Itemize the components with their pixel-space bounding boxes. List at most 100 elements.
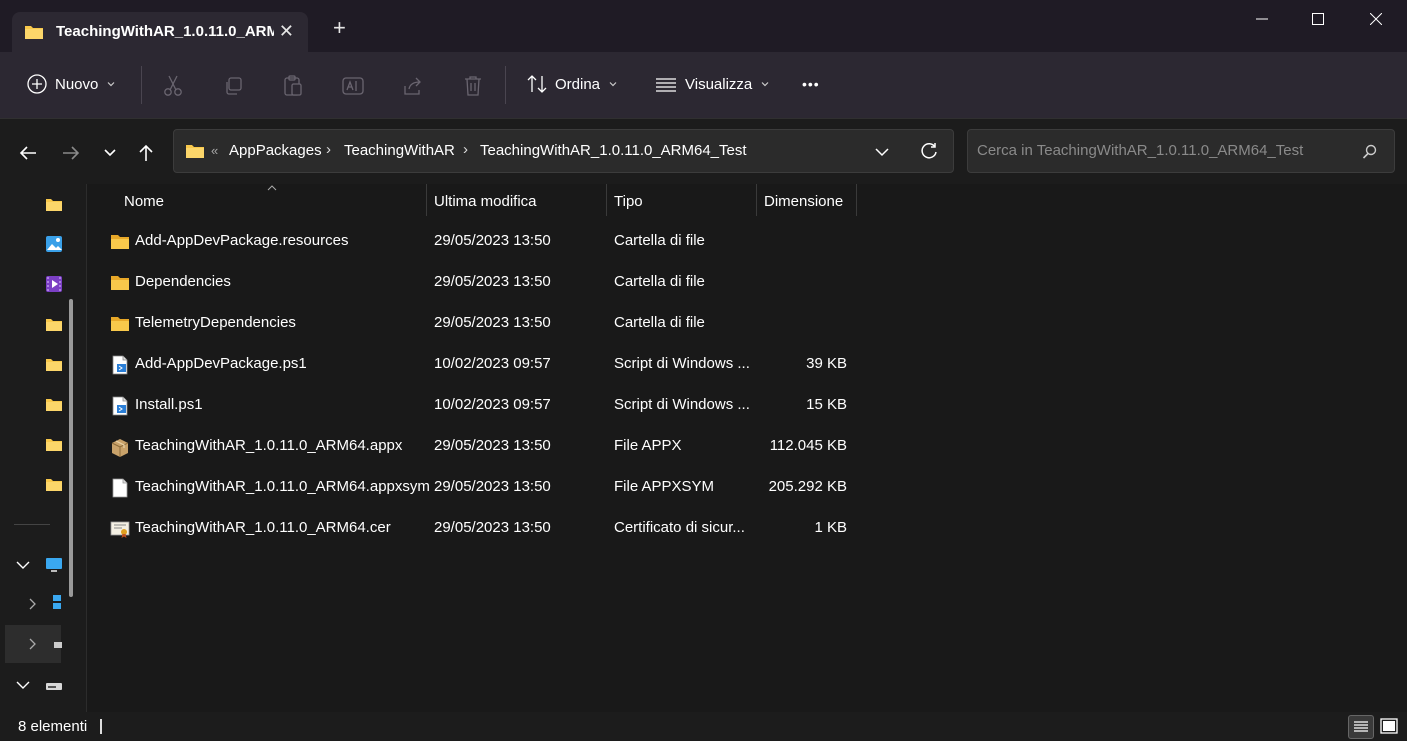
- trash-icon: [465, 76, 481, 96]
- tiles-view-button[interactable]: [1377, 715, 1401, 737]
- pictures-icon[interactable]: [45, 235, 63, 253]
- file-size: 1 KB: [814, 519, 847, 536]
- chevron-down-icon: [609, 82, 617, 87]
- file-name: Install.ps1: [135, 396, 203, 413]
- delete-button[interactable]: [461, 74, 485, 98]
- file-type: Script di Windows ...: [614, 396, 750, 413]
- arrow-up-icon: [139, 144, 153, 161]
- folder-icon: [24, 23, 44, 46]
- videos-icon[interactable]: [45, 275, 63, 293]
- file-size: 39 KB: [806, 355, 847, 372]
- forward-button[interactable]: [57, 139, 85, 167]
- breadcrumb-teachingwithar[interactable]: TeachingWithAR: [344, 142, 455, 159]
- new-tab-button[interactable]: +: [333, 17, 346, 39]
- rename-icon: [342, 77, 364, 95]
- minimize-button[interactable]: [1239, 0, 1285, 38]
- close-tab-button[interactable]: ✕: [279, 21, 294, 42]
- breadcrumb-overflow[interactable]: «: [211, 143, 218, 158]
- refresh-button[interactable]: [920, 142, 938, 165]
- cut-button[interactable]: [161, 74, 185, 98]
- column-header-name[interactable]: Nome: [124, 193, 164, 210]
- search-icon[interactable]: [1362, 144, 1377, 164]
- file-row[interactable]: TelemetryDependencies 29/05/2023 13:50 Car…: [107, 304, 927, 344]
- chevron-right-icon[interactable]: [28, 638, 38, 650]
- column-divider[interactable]: [756, 184, 757, 216]
- chevron-down-icon: [104, 149, 116, 157]
- file-name: TelemetryDependencies: [135, 314, 296, 331]
- file-type: Cartella di file: [614, 273, 705, 290]
- column-header-modified[interactable]: Ultima modifica: [434, 193, 537, 210]
- file-row[interactable]: TeachingWithAR_1.0.11.0_ARM64.cer 29/05/2…: [107, 509, 927, 549]
- file-row[interactable]: TeachingWithAR_1.0.11.0_ARM64.appx 29/05/…: [107, 427, 927, 467]
- file-modified: 10/02/2023 09:57: [434, 355, 551, 372]
- share-icon: [404, 77, 421, 95]
- script-file-icon: [110, 355, 130, 375]
- folder-icon[interactable]: [45, 436, 63, 454]
- file-row[interactable]: Add-AppDevPackage.resources 29/05/2023 13…: [107, 222, 927, 262]
- clipboard-icon: [284, 75, 302, 96]
- view-button[interactable]: Visualizza: [655, 74, 770, 94]
- arrow-right-icon: [63, 146, 80, 160]
- breadcrumb-separator[interactable]: ›: [326, 141, 331, 158]
- column-header-size[interactable]: Dimensione: [764, 193, 843, 210]
- network-drive-icon[interactable]: [45, 677, 63, 695]
- file-row[interactable]: Add-AppDevPackage.ps1 10/02/2023 09:57 Scr…: [107, 345, 927, 385]
- column-divider[interactable]: [856, 184, 857, 216]
- refresh-icon: [921, 143, 937, 159]
- file-name: Dependencies: [135, 273, 231, 290]
- address-dropdown-button[interactable]: [875, 145, 889, 164]
- chevron-down-icon[interactable]: [16, 678, 30, 692]
- details-view-button[interactable]: [1348, 715, 1374, 739]
- address-bar[interactable]: « AppPackages › TeachingWithAR › Teachin…: [173, 129, 954, 173]
- column-header-type[interactable]: Tipo: [614, 193, 643, 210]
- recent-locations-button[interactable]: [96, 139, 124, 167]
- copy-icon: [226, 77, 242, 95]
- file-type: Certificato di sicur...: [614, 519, 745, 536]
- file-row[interactable]: Install.ps1 10/02/2023 09:57 Script di Win…: [107, 386, 927, 426]
- search-input[interactable]: [977, 142, 1347, 159]
- breadcrumb-apppackages[interactable]: AppPackages: [229, 142, 322, 159]
- more-options-button[interactable]: •••: [802, 76, 820, 92]
- up-button[interactable]: [132, 139, 160, 167]
- file-size: 112.045 KB: [769, 437, 847, 454]
- folder-icon[interactable]: [45, 476, 63, 494]
- folder-icon[interactable]: [45, 396, 63, 414]
- sort-button[interactable]: Ordina: [527, 74, 618, 94]
- search-box[interactable]: [967, 129, 1395, 173]
- new-button[interactable]: Nuovo: [27, 74, 116, 94]
- window-tab[interactable]: TeachingWithAR_1.0.11.0_ARM ✕: [12, 12, 308, 52]
- file-type: Cartella di file: [614, 314, 705, 331]
- file-row[interactable]: TeachingWithAR_1.0.11.0_ARM64.appxsym 29/…: [107, 468, 927, 508]
- drive-icon[interactable]: [54, 638, 62, 650]
- copy-button[interactable]: [221, 74, 245, 98]
- folder-icon[interactable]: [45, 356, 63, 374]
- folder-icon[interactable]: [45, 316, 63, 334]
- file-name: Add-AppDevPackage.resources: [135, 232, 349, 249]
- breadcrumb-current[interactable]: TeachingWithAR_1.0.11.0_ARM64_Test: [480, 142, 747, 159]
- file-row[interactable]: Dependencies 29/05/2023 13:50 Cartella di …: [107, 263, 927, 303]
- minimize-icon: [1256, 18, 1268, 20]
- chevron-down-icon: [107, 82, 115, 87]
- sidebar-scrollbar[interactable]: [69, 299, 73, 597]
- paste-button[interactable]: [281, 74, 305, 98]
- breadcrumb-separator[interactable]: ›: [463, 141, 468, 158]
- chevron-right-icon[interactable]: [28, 598, 38, 610]
- status-divider: [100, 719, 102, 734]
- blank-file-icon: [110, 478, 130, 498]
- close-window-button[interactable]: [1353, 0, 1399, 38]
- scissors-icon: [164, 75, 182, 96]
- status-bar: 8 elementi: [0, 712, 1407, 741]
- maximize-button[interactable]: [1295, 0, 1341, 38]
- file-name: TeachingWithAR_1.0.11.0_ARM64.appxsym: [135, 478, 430, 495]
- desktop-icon[interactable]: [52, 594, 62, 610]
- rename-button[interactable]: [341, 74, 365, 98]
- column-divider[interactable]: [426, 184, 427, 216]
- chevron-down-icon[interactable]: [16, 558, 30, 572]
- column-divider[interactable]: [606, 184, 607, 216]
- back-button[interactable]: [14, 139, 42, 167]
- tiles-view-icon: [1380, 718, 1398, 734]
- this-pc-icon[interactable]: [45, 556, 63, 574]
- folder-icon[interactable]: [45, 196, 63, 214]
- file-modified: 29/05/2023 13:50: [434, 437, 551, 454]
- share-button[interactable]: [401, 74, 425, 98]
